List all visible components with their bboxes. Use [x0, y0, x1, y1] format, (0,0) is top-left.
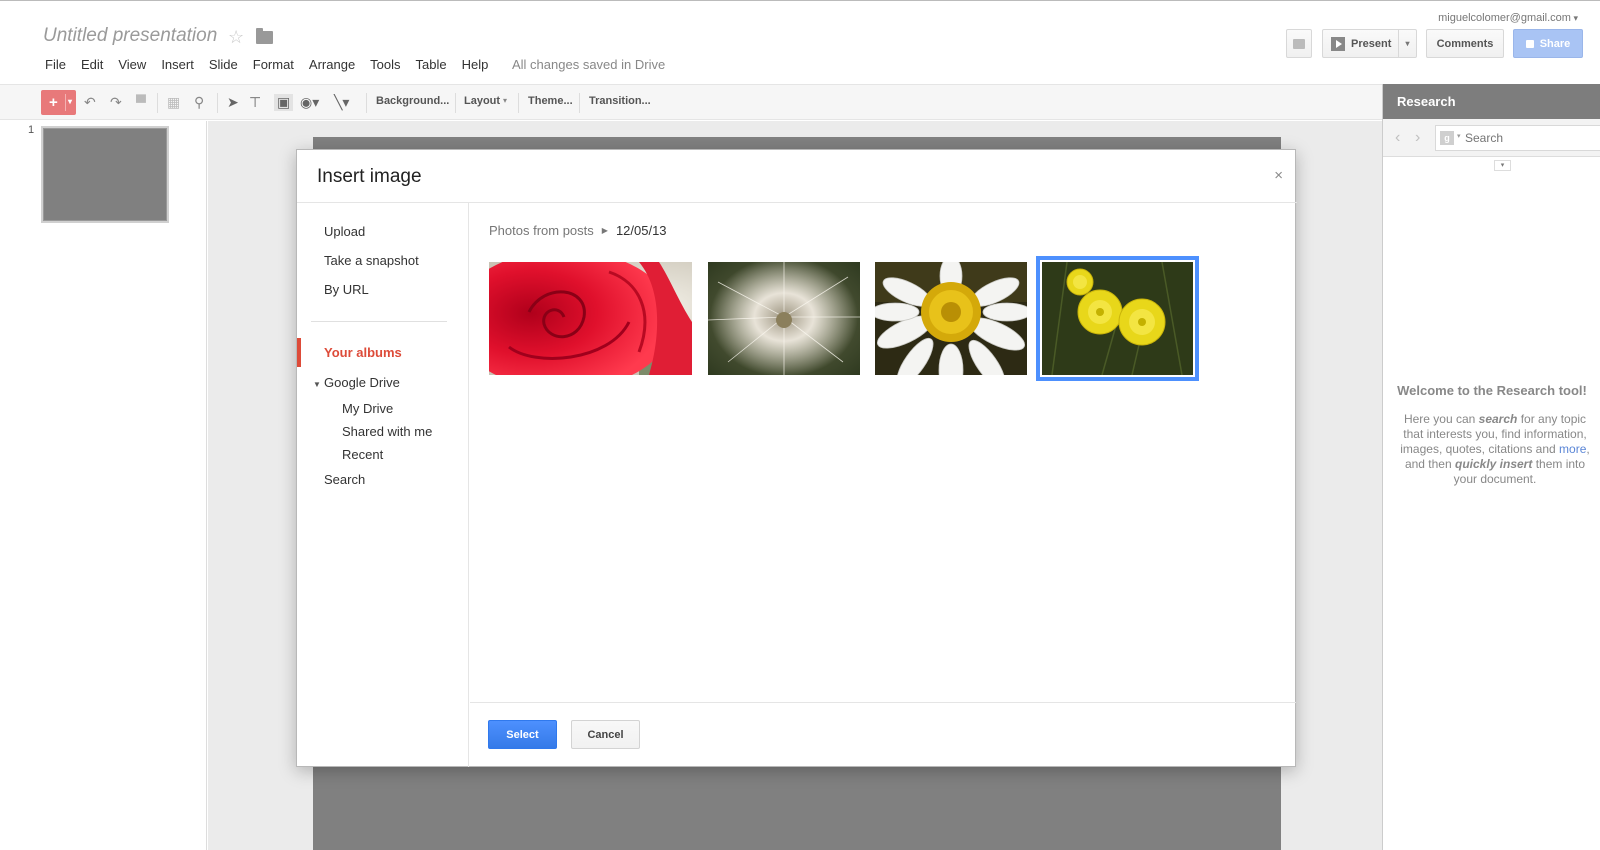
menu-slide[interactable]: Slide	[209, 57, 238, 72]
header: Untitled presentation ☆ File Edit View I…	[0, 0, 1600, 84]
background-button[interactable]: Background...	[376, 95, 449, 107]
welcome-text-part: Here you can	[1403, 412, 1479, 426]
divider	[311, 321, 447, 322]
comments-button[interactable]: Comments	[1426, 29, 1504, 58]
star-icon[interactable]: ☆	[228, 27, 244, 48]
breadcrumb: Photos from posts ▶ 12/05/13	[489, 223, 667, 238]
image-source-list: Upload Take a snapshot By URL Your album…	[297, 203, 469, 767]
research-search-input[interactable]	[1465, 129, 1595, 147]
menu-table[interactable]: Table	[416, 57, 447, 72]
menu-edit[interactable]: Edit	[81, 57, 103, 72]
toolbar-divider	[455, 93, 456, 113]
new-slide-button[interactable]: + ▾	[41, 90, 76, 115]
layout-button[interactable]: Layout	[464, 95, 500, 107]
cancel-button[interactable]: Cancel	[571, 720, 640, 749]
present-button[interactable]: Present ▾	[1322, 29, 1417, 58]
menu-help[interactable]: Help	[462, 57, 489, 72]
research-search-box[interactable]: g ▾	[1435, 125, 1600, 151]
photo-yellow-dandelions[interactable]	[1036, 256, 1199, 381]
welcome-emphasis: quickly insert	[1454, 457, 1533, 471]
chevron-down-icon: ▾	[503, 96, 508, 105]
folder-icon[interactable]	[256, 28, 273, 44]
text-box-icon[interactable]: ⊤	[249, 94, 261, 111]
toolbar-divider	[518, 93, 519, 113]
menu-view[interactable]: View	[118, 57, 146, 72]
image-icon[interactable]: ▣	[274, 94, 294, 111]
back-icon[interactable]: ‹	[1395, 129, 1400, 147]
source-your-albums[interactable]: Your albums	[297, 338, 468, 367]
slide-thumbnail[interactable]	[41, 126, 169, 223]
source-upload[interactable]: Upload	[324, 224, 365, 239]
zoom-icon[interactable]: ⚲	[194, 94, 204, 111]
photo-white-daisy[interactable]	[875, 262, 1027, 375]
select-cursor-icon[interactable]: ➤	[227, 94, 239, 111]
menu-tools[interactable]: Tools	[370, 57, 400, 72]
theme-button[interactable]: Theme...	[528, 95, 573, 107]
lock-icon	[1525, 39, 1534, 48]
chevron-down-icon[interactable]: ▾	[68, 97, 72, 106]
dialog-title: Insert image	[317, 166, 422, 187]
source-search[interactable]: Search	[324, 472, 365, 487]
research-nav: ‹ › g ▾	[1383, 119, 1600, 157]
slide-number: 1	[28, 124, 35, 136]
toolbar-divider	[157, 93, 158, 113]
photo-red-rose[interactable]	[489, 262, 692, 375]
menu-insert[interactable]: Insert	[161, 57, 194, 72]
chat-icon	[1293, 38, 1305, 49]
chat-button[interactable]	[1286, 29, 1312, 58]
redo-icon[interactable]: ↷	[110, 94, 122, 111]
insert-image-dialog: Insert image × Upload Take a snapshot By…	[296, 149, 1297, 767]
source-shared-with-me[interactable]: Shared with me	[342, 424, 432, 439]
toolbar-divider	[217, 93, 218, 113]
source-recent[interactable]: Recent	[342, 447, 383, 462]
toolbar: + ▾ ↶ ↷ ▀ ▦ ⚲ ➤ ⊤ ▣ ◉▾ ╲▾ Background... …	[0, 84, 1382, 120]
welcome-emphasis: search	[1478, 412, 1518, 426]
paint-format-icon[interactable]: ▀	[136, 94, 146, 110]
document-title[interactable]: Untitled presentation	[43, 25, 217, 47]
select-button[interactable]: Select	[488, 720, 557, 749]
menu-arrange[interactable]: Arrange	[309, 57, 355, 72]
present-label: Present	[1351, 37, 1392, 50]
shape-icon[interactable]: ◉▾	[300, 94, 319, 111]
chevron-right-icon: ▶	[601, 226, 608, 235]
collapse-toggle[interactable]: ▾	[1494, 160, 1511, 171]
present-dropdown-button[interactable]: ▾	[1398, 30, 1416, 57]
account-menu[interactable]: miguelcolomer@gmail.com	[1438, 12, 1578, 24]
chevron-down-icon[interactable]: ▾	[1457, 132, 1461, 140]
image-browser: Photos from posts ▶ 12/05/13	[470, 203, 1296, 702]
share-label: Share	[1539, 37, 1571, 50]
menu-file[interactable]: File	[45, 57, 66, 72]
welcome-title: Welcome to the Research tool!	[1397, 383, 1587, 398]
source-by-url[interactable]: By URL	[324, 282, 369, 297]
save-status[interactable]: All changes saved in Drive	[512, 57, 665, 72]
transition-button[interactable]: Transition...	[589, 95, 651, 107]
line-icon[interactable]: ╲▾	[334, 94, 349, 111]
breadcrumb-current: 12/05/13	[615, 223, 667, 238]
welcome-text: Here you can search for any topic that i…	[1397, 412, 1593, 487]
forward-icon[interactable]: ›	[1415, 129, 1420, 147]
google-icon: g	[1440, 131, 1454, 145]
more-link[interactable]: more	[1559, 442, 1586, 456]
source-google-drive[interactable]: Google Drive	[324, 375, 400, 390]
breadcrumb-root[interactable]: Photos from posts	[489, 223, 594, 238]
close-icon[interactable]: ×	[1274, 167, 1283, 184]
play-icon	[1331, 36, 1345, 51]
plus-icon: +	[49, 94, 58, 111]
photo-dandelion-seed-head[interactable]	[708, 262, 860, 375]
menu-bar: File Edit View Insert Slide Format Arran…	[45, 57, 503, 72]
select-layout-icon[interactable]: ▦	[167, 94, 180, 111]
research-panel: Research ‹ › g ▾ ▾ Welcome to the Resear…	[1382, 84, 1600, 850]
source-take-snapshot[interactable]: Take a snapshot	[324, 253, 419, 268]
source-my-drive[interactable]: My Drive	[342, 401, 393, 416]
undo-icon[interactable]: ↶	[84, 94, 96, 111]
share-button[interactable]: Share	[1513, 29, 1583, 58]
slide-filmstrip: 1	[0, 121, 207, 850]
research-title: Research	[1383, 84, 1600, 119]
toolbar-divider	[579, 93, 580, 113]
menu-format[interactable]: Format	[253, 57, 294, 72]
dialog-footer: Select Cancel	[470, 702, 1296, 767]
caret-down-icon[interactable]: ▼	[313, 380, 321, 389]
toolbar-divider	[366, 93, 367, 113]
